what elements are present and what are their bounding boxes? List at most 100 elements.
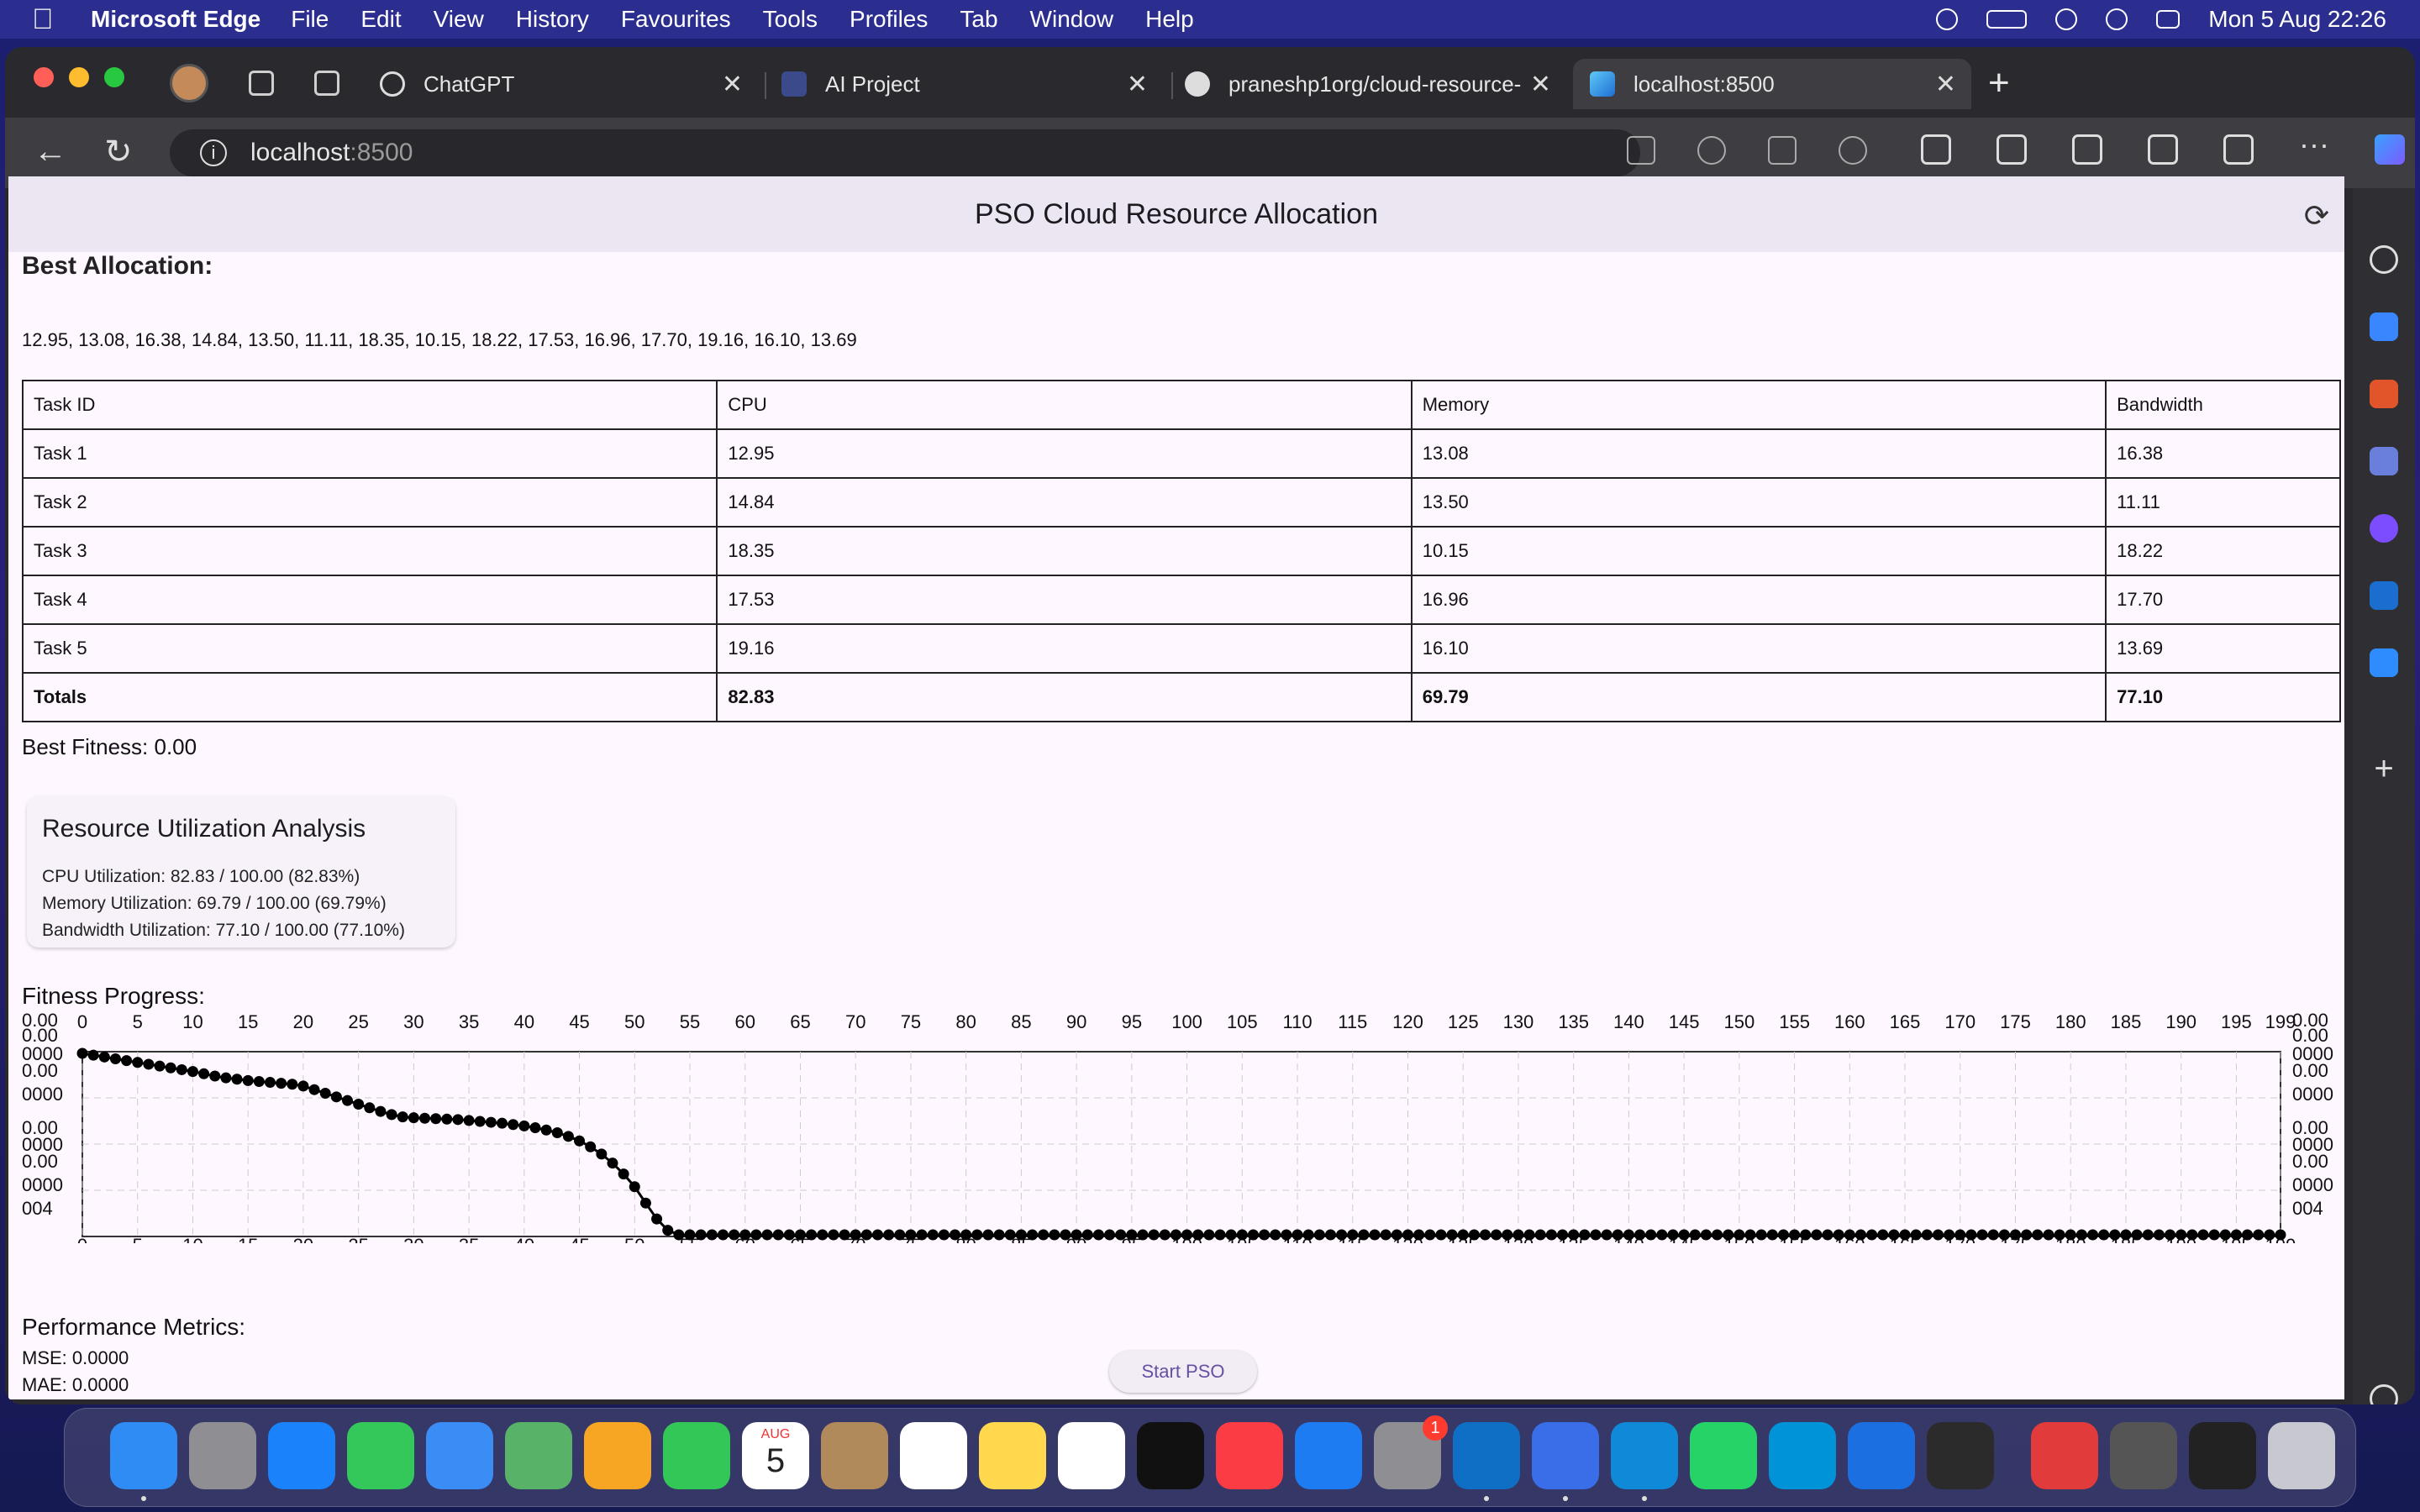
freeform-icon[interactable] [1058,1422,1125,1489]
tab-bar: ChatGPT ✕ AI Project ✕ praneshp1org/clou… [5,47,2415,118]
terminal-icon[interactable] [2189,1422,2256,1489]
fitness-data-point [1854,1229,1866,1241]
calendar-icon[interactable]: AUG 5 [742,1422,809,1489]
search-icon[interactable] [2370,245,2398,274]
microsoft365-icon[interactable] [2370,514,2398,543]
appstore-icon[interactable] [1295,1422,1362,1489]
vscode-icon[interactable] [1453,1422,1520,1489]
music-icon[interactable] [1216,1422,1283,1489]
new-tab-button[interactable]: + [1988,62,2010,104]
fitness-data-point [154,1060,166,1072]
menu-file[interactable]: File [291,6,329,33]
menu-tab[interactable]: Tab [960,6,997,33]
tab-ai-project[interactable]: AI Project ✕ [781,59,1163,109]
app-name-menu[interactable]: Microsoft Edge [91,6,260,33]
photos-icon[interactable] [584,1422,651,1489]
close-icon[interactable]: ✕ [1529,69,1551,99]
finder-icon[interactable] [110,1422,177,1489]
minimize-window-button[interactable] [69,67,89,87]
shopping-tag-icon[interactable] [2370,312,2398,341]
zoom-window-button[interactable] [104,67,124,87]
menu-favourites[interactable]: Favourites [621,6,731,33]
menu-profiles[interactable]: Profiles [850,6,928,33]
games-icon[interactable] [2370,447,2398,475]
menu-help[interactable]: Help [1145,6,1194,33]
close-window-button[interactable] [34,67,54,87]
news-icon[interactable] [2031,1422,2098,1489]
drop-send-icon[interactable] [2370,648,2398,677]
refresh-icon[interactable]: ⟳ [2304,198,2329,234]
menu-tools[interactable]: Tools [763,6,818,33]
menu-window[interactable]: Window [1030,6,1114,33]
copilot-icon[interactable] [2375,134,2405,165]
fitness-data-point [353,1098,365,1110]
search-icon[interactable] [2106,8,2128,30]
tv-icon[interactable] [1137,1422,1204,1489]
x-tick-label-bottom: 50 [624,1235,644,1243]
start-pso-button[interactable]: Start PSO [1109,1351,1257,1393]
trash-icon[interactable] [2268,1422,2335,1489]
read-aloud-icon[interactable] [1768,136,1797,165]
safari-icon[interactable] [268,1422,335,1489]
fitness-data-point [1789,1229,1801,1241]
battery-icon[interactable] [1986,10,2028,29]
control-center-icon[interactable] [2156,10,2181,29]
fitness-data-point [76,1047,88,1059]
zoom-out-icon[interactable] [1697,136,1726,165]
tab-chatgpt[interactable]: ChatGPT ✕ [380,59,758,109]
reload-button[interactable]: ↻ [104,133,133,171]
settings-icon[interactable]: 1 [1374,1415,1448,1489]
menu-history[interactable]: History [516,6,589,33]
whatsapp-icon[interactable] [1690,1422,1757,1489]
close-icon[interactable]: ✕ [722,70,743,99]
fitness-data-point [1380,1229,1392,1241]
apple-icon[interactable]:  [32,3,66,36]
reminders-icon[interactable] [900,1422,967,1489]
browser-essentials-icon[interactable] [2223,134,2254,165]
xcode-icon[interactable] [1532,1422,1599,1489]
fitness-data-point [1259,1229,1270,1241]
fitness-data-point [2275,1229,2286,1241]
cell-task-id: Task 1 [21,428,718,479]
app-available-icon[interactable] [1627,136,1655,165]
info-icon[interactable]: i [200,139,227,166]
menu-view[interactable]: View [434,6,484,33]
extensions-icon[interactable] [1921,134,1951,165]
skype-icon[interactable] [1769,1422,1836,1489]
menu-edit[interactable]: Edit [360,6,401,33]
close-icon[interactable]: ✕ [1935,70,1956,99]
tab-actions-icon[interactable] [314,71,339,96]
messages-icon[interactable] [347,1422,414,1489]
tab-localhost[interactable]: localhost:8500 ✕ [1573,59,1971,109]
close-icon[interactable]: ✕ [1127,70,1148,99]
address-bar[interactable]: i localhost:8500 [170,129,1640,176]
terminal-exec-icon[interactable] [1927,1422,1994,1489]
notes-icon[interactable] [979,1422,1046,1489]
favorites-icon[interactable] [2072,134,2102,165]
settings-gear-icon[interactable] [2370,1384,2398,1404]
outlook-icon[interactable] [2370,581,2398,610]
maps-icon[interactable] [505,1422,572,1489]
play-icon[interactable] [1936,8,1959,30]
calculator-icon[interactable] [2110,1422,2177,1489]
fitness-data-point [1944,1229,1955,1241]
clock[interactable]: Mon 5 Aug 22:26 [2208,6,2386,33]
edge-icon[interactable] [1611,1422,1678,1489]
back-button[interactable]: ← [34,133,67,171]
tools-briefcase-icon[interactable] [2370,380,2398,408]
more-menu-icon[interactable]: ··· [2299,129,2329,165]
wifi-icon[interactable] [2055,8,2078,30]
fitness-data-point [1038,1229,1050,1241]
mail-icon[interactable] [426,1422,493,1489]
favorite-star-icon[interactable] [1839,136,1867,165]
contacts-icon[interactable] [821,1422,888,1489]
instruments-icon[interactable] [1848,1422,1915,1489]
add-icon[interactable]: + [2370,752,2398,785]
profile-avatar[interactable] [170,64,208,102]
collections-icon[interactable] [2148,134,2178,165]
split-screen-icon[interactable] [1996,134,2027,165]
workspaces-icon[interactable] [249,71,274,96]
tab-github[interactable]: praneshp1org/cloud-resource- ✕ [1185,59,1566,109]
launchpad-icon[interactable] [189,1422,256,1489]
facetime-icon[interactable] [663,1422,730,1489]
